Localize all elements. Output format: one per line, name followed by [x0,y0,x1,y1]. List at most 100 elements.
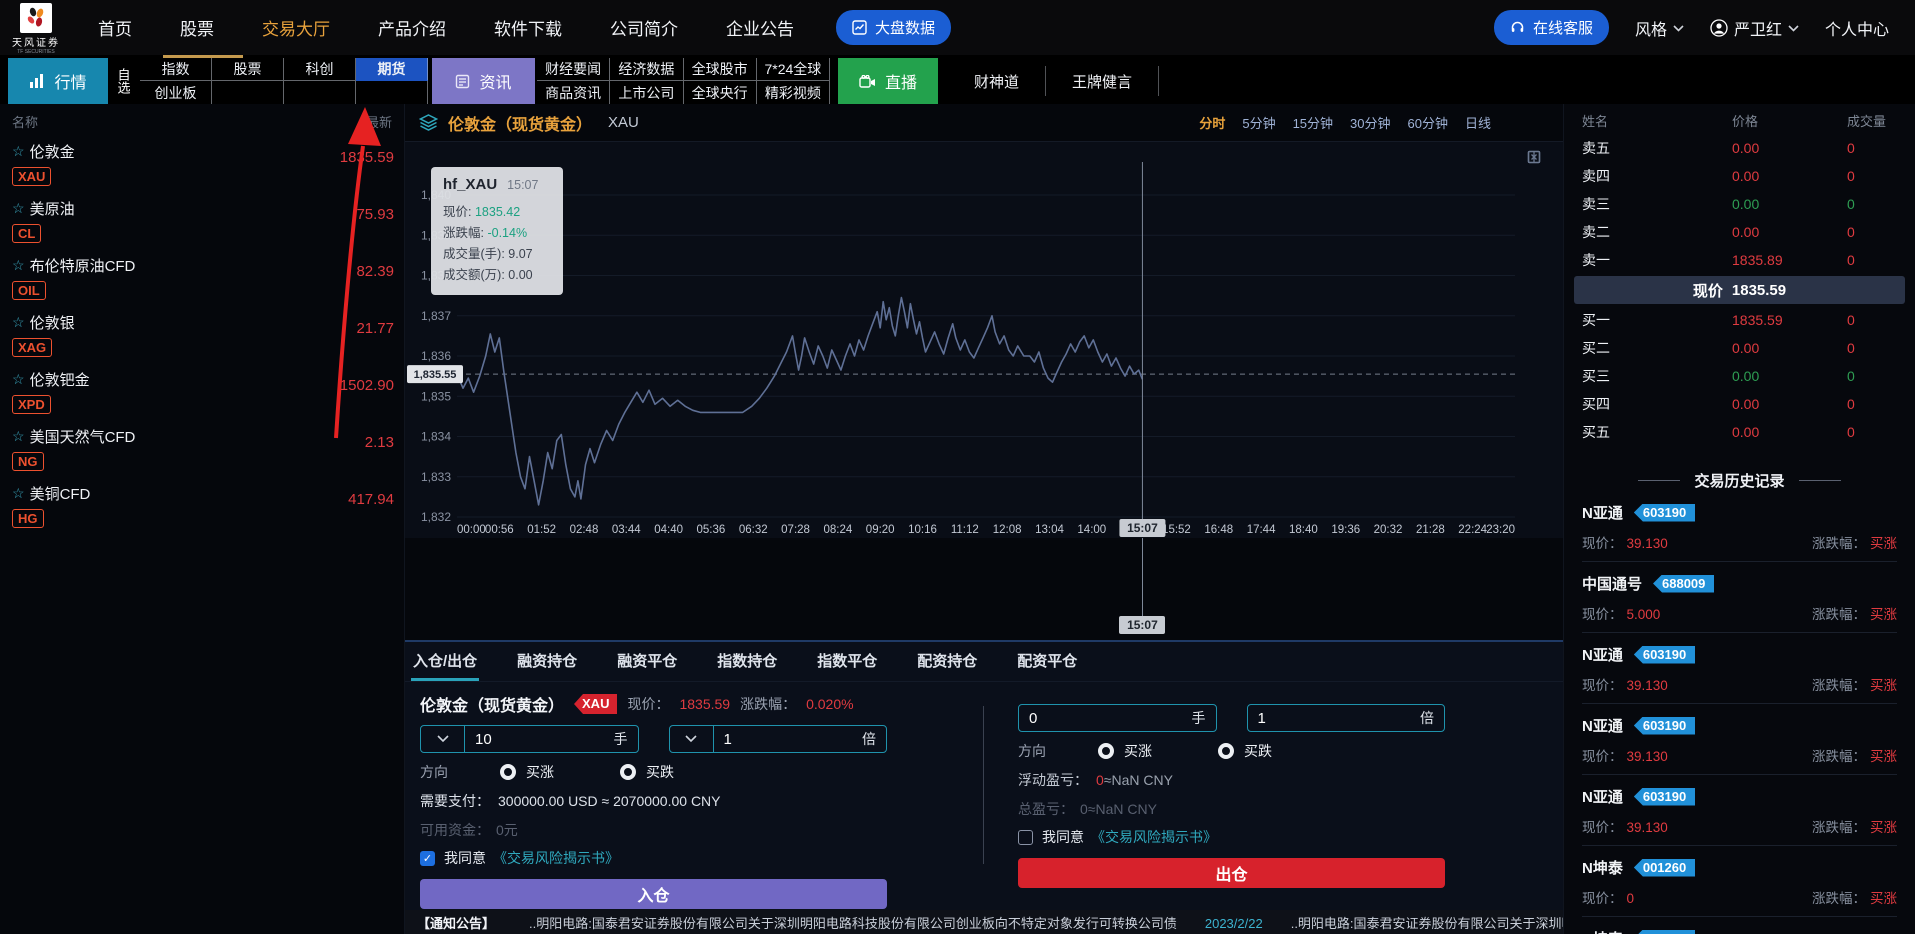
nav-item-软件下载[interactable]: 软件下载 [494,15,562,40]
close-direction-up-option[interactable]: 买涨 [1098,741,1152,761]
leverage-input[interactable] [714,731,853,748]
history-item[interactable]: N亚通603190现价：39.130涨跌幅：买涨 [1582,633,1897,704]
tab-live[interactable]: 直播 [838,58,938,104]
x-axis-label: 15:52 [1162,524,1191,536]
trade-tab-指数平仓[interactable]: 指数平仓 [815,642,879,681]
order-book-row[interactable]: 买五0.000 [1564,418,1915,446]
history-item[interactable]: N坤泰001260现价：30.100涨跌幅：买涨 [1582,917,1897,934]
buy-up-radio[interactable] [500,764,516,780]
order-book-row[interactable]: 卖五0.000 [1564,134,1915,162]
close-buy-down-radio[interactable] [1218,743,1234,759]
order-book-row[interactable]: 卖一1835.890 [1564,246,1915,274]
star-icon[interactable]: ☆ [12,257,25,274]
star-icon[interactable]: ☆ [12,428,25,445]
order-book-row[interactable]: 卖四0.000 [1564,162,1915,190]
subnav-tab-期货[interactable]: 期货 [356,58,428,81]
subnav-tab-精彩视频[interactable]: 精彩视频 [757,81,830,104]
close-direction-down-option[interactable]: 买跌 [1218,741,1272,761]
order-book-row[interactable]: 买一1835.590 [1564,306,1915,334]
timeframe-30分钟[interactable]: 30分钟 [1350,113,1390,132]
star-icon[interactable]: ☆ [12,485,25,502]
trade-tab-配资平仓[interactable]: 配资平仓 [1015,642,1079,681]
nav-item-产品介绍[interactable]: 产品介绍 [378,15,446,40]
leverage-dropdown-icon[interactable] [670,726,714,752]
risk-agreement-link[interactable]: 《交易风险揭示书》 [1091,827,1217,847]
instrument-row[interactable]: ☆布伦特原油CFDOIL82.39 [0,249,404,306]
tab-watchlist[interactable]: 自选 [108,58,138,104]
order-book-row[interactable]: 买二0.000 [1564,334,1915,362]
agree-checkbox-close[interactable] [1018,830,1033,845]
style-dropdown[interactable]: 风格 [1635,16,1684,40]
close-position-button[interactable]: 出仓 [1018,858,1445,888]
subnav-link-财神道[interactable]: 财神道 [948,66,1046,96]
nav-item-公司简介[interactable]: 公司简介 [610,15,678,40]
current-price-bar[interactable]: 现价 1835.59 [1574,276,1905,304]
brand-logo[interactable]: 天风证券 TF SECURITIES [10,3,62,55]
history-item[interactable]: N坤泰001260现价：0涨跌幅：买涨 [1582,846,1897,917]
timeframe-分时[interactable]: 分时 [1199,113,1225,132]
instrument-row[interactable]: ☆美国天然气CFDNG2.13 [0,420,404,477]
subnav-tab-全球股市[interactable]: 全球股市 [684,58,757,81]
history-item[interactable]: 中国通号688009现价：5.000涨跌幅：买涨 [1582,562,1897,633]
subnav-tab-创业板[interactable]: 创业板 [140,81,212,104]
subnav-link-王牌健言[interactable]: 王牌健言 [1046,66,1159,96]
subnav-tab-上市公司[interactable]: 上市公司 [610,81,683,104]
instrument-row[interactable]: ☆美原油CL75.93 [0,192,404,249]
personal-center-link[interactable]: 个人中心 [1825,16,1889,40]
instrument-row[interactable]: ☆伦敦金XAU1835.59 [0,135,404,192]
agree-checkbox-open[interactable] [420,851,435,866]
star-icon[interactable]: ☆ [12,143,25,160]
order-book-row[interactable]: 买三0.000 [1564,362,1915,390]
risk-agreement-link[interactable]: 《交易风险揭示书》 [493,848,619,868]
history-item[interactable]: N亚通603190现价：39.130涨跌幅：买涨 [1582,775,1897,846]
quantity-dropdown-icon[interactable] [421,726,465,752]
history-item[interactable]: N亚通603190现价：39.130涨跌幅：买涨 [1582,704,1897,775]
tab-news[interactable]: 资讯 [432,58,535,104]
timeframe-60分钟[interactable]: 60分钟 [1408,113,1448,132]
user-menu[interactable]: 严卫红 [1710,16,1799,40]
instrument-row[interactable]: ☆伦敦银XAG21.77 [0,306,404,363]
instrument-row[interactable]: ☆美铜CFDHG417.94 [0,477,404,534]
star-icon[interactable]: ☆ [12,371,25,388]
order-book-row[interactable]: 买四0.000 [1564,390,1915,418]
direction-up-option[interactable]: 买涨 [500,762,554,782]
trade-tab-融资平仓[interactable]: 融资平仓 [615,642,679,681]
tab-quotes[interactable]: 行情 [8,58,108,104]
open-position-button[interactable]: 入仓 [420,879,887,909]
market-data-button[interactable]: 大盘数据 [836,10,951,45]
trade-tab-入仓/出仓[interactable]: 入仓/出仓 [411,642,479,681]
timeframe-5分钟[interactable]: 5分钟 [1242,113,1275,132]
order-book-row[interactable]: 卖二0.000 [1564,218,1915,246]
nav-item-交易大厅[interactable]: 交易大厅 [262,15,330,40]
subnav-tab-科创[interactable]: 科创 [284,58,356,81]
subnav-tab-商品资讯[interactable]: 商品资讯 [537,81,610,104]
subnav-tab-股票[interactable]: 股票 [212,58,284,81]
online-service-button[interactable]: 在线客服 [1494,10,1609,45]
nav-item-企业公告[interactable]: 企业公告 [726,15,794,40]
chart-canvas[interactable]: 1,8401,8391,8381,8371,8361,8351,8341,833… [405,142,1563,538]
history-item[interactable]: N亚通603190现价：39.130涨跌幅：买涨 [1582,491,1897,562]
price-chart[interactable]: 1,8401,8391,8381,8371,8361,8351,8341,833… [405,142,1563,538]
close-buy-up-radio[interactable] [1098,743,1114,759]
subnav-tab-财经要闻[interactable]: 财经要闻 [537,58,610,81]
close-quantity-input[interactable] [1019,710,1182,727]
close-leverage-input[interactable] [1248,710,1411,727]
subnav-tab-经济数据[interactable]: 经济数据 [610,58,683,81]
trade-tab-融资持仓[interactable]: 融资持仓 [515,642,579,681]
order-book-row[interactable]: 卖三0.000 [1564,190,1915,218]
star-icon[interactable]: ☆ [12,200,25,217]
subnav-tab-全球央行[interactable]: 全球央行 [684,81,757,104]
nav-item-首页[interactable]: 首页 [98,15,132,40]
nav-item-股票[interactable]: 股票 [180,15,214,40]
star-icon[interactable]: ☆ [12,314,25,331]
instrument-row[interactable]: ☆伦敦钯金XPD1502.90 [0,363,404,420]
quantity-input[interactable] [465,731,604,748]
direction-down-option[interactable]: 买跌 [620,762,674,782]
timeframe-15分钟[interactable]: 15分钟 [1293,113,1333,132]
timeframe-日线[interactable]: 日线 [1465,113,1491,132]
trade-tab-配资持仓[interactable]: 配资持仓 [915,642,979,681]
subnav-tab-7*24全球[interactable]: 7*24全球 [757,58,830,81]
buy-down-radio[interactable] [620,764,636,780]
trade-tab-指数持仓[interactable]: 指数持仓 [715,642,779,681]
subnav-tab-指数[interactable]: 指数 [140,58,212,81]
